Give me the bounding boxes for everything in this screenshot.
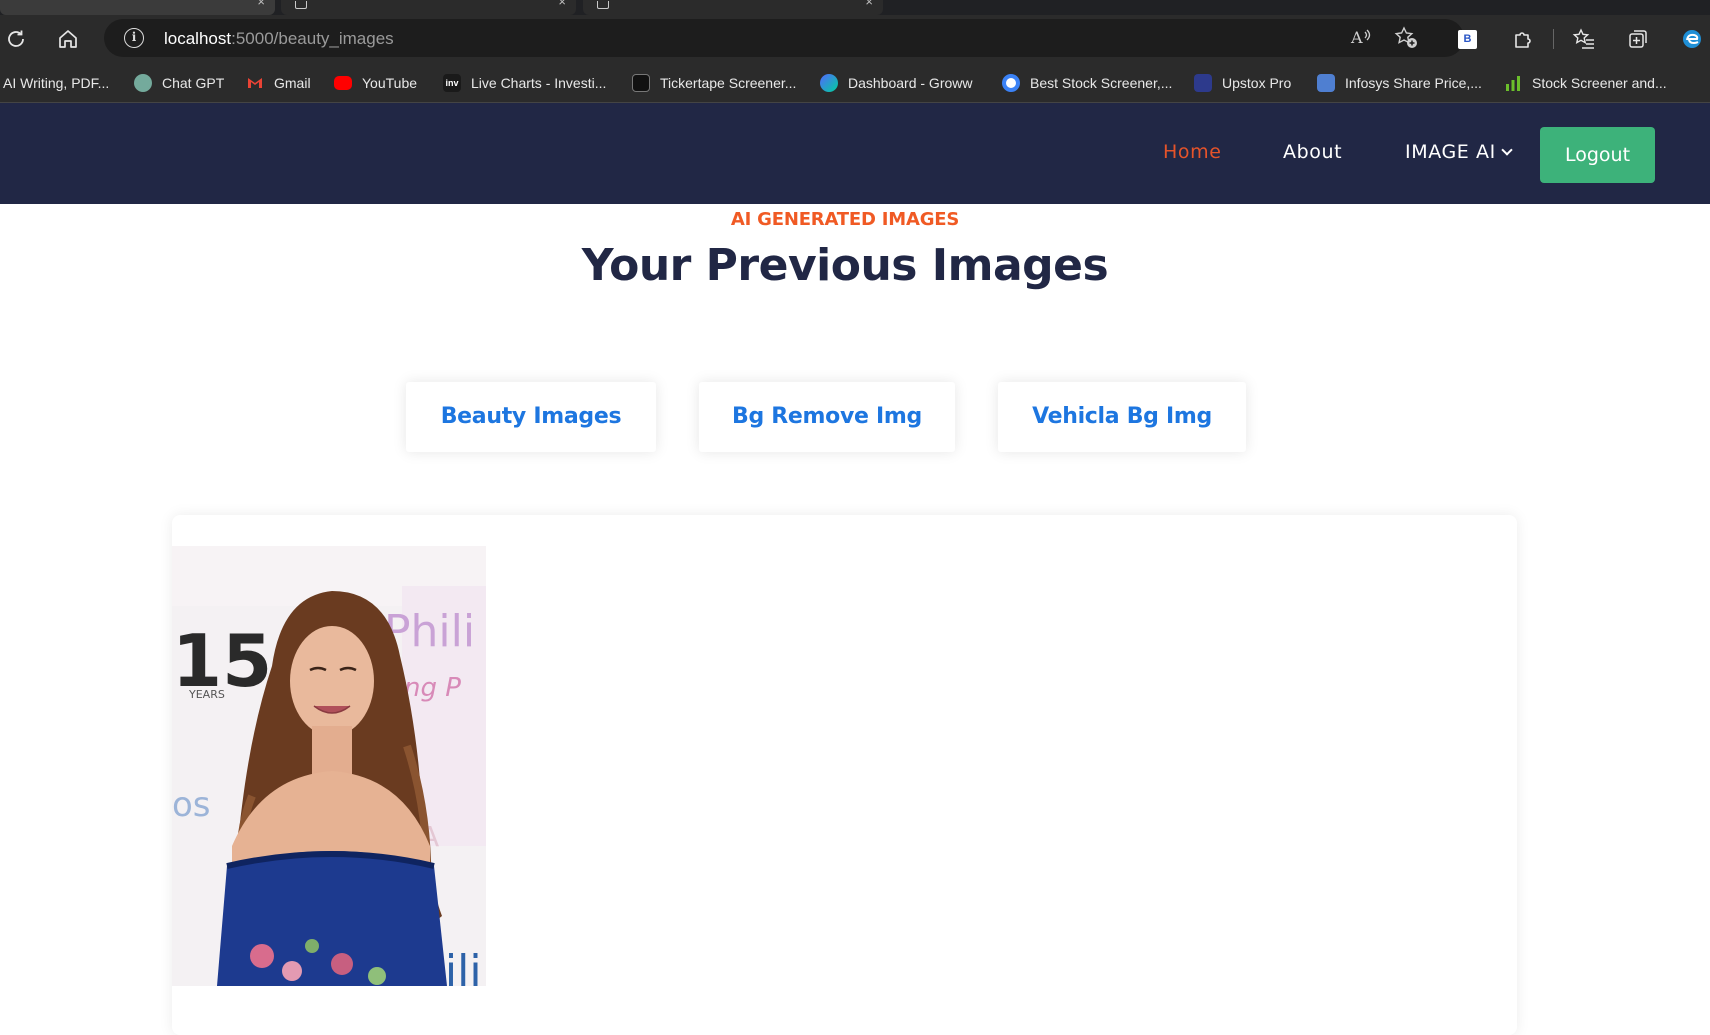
address-bar[interactable]: i localhost:5000/beauty_images A (104, 19, 1464, 57)
upstox-icon (1194, 74, 1212, 92)
svg-text:A: A (1350, 28, 1363, 47)
favorites-icon[interactable] (1568, 23, 1600, 55)
bookmark-item[interactable]: Tickertape Screener... (632, 72, 796, 94)
investing-icon: inv (443, 74, 461, 92)
extensions-puzzle-icon[interactable] (1507, 23, 1539, 55)
nav-home-link[interactable]: Home (1163, 141, 1222, 163)
bookmarks-bar: AI Writing, PDF... Chat GPT Gmail YouTub… (0, 63, 1710, 103)
tab-close-icon[interactable]: × (257, 0, 265, 9)
bookmark-item[interactable]: YouTube (334, 72, 417, 94)
tickertape-icon (632, 74, 650, 92)
bookmark-label: Stock Screener and... (1532, 75, 1667, 91)
bookmark-item[interactable]: AI Writing, PDF... (3, 72, 109, 94)
nav-image-ai-label: IMAGE AI (1405, 141, 1496, 163)
browser-tab[interactable]: × (583, 0, 883, 15)
bookmark-item[interactable]: inv Live Charts - Investi... (443, 72, 606, 94)
site-info-icon[interactable]: i (124, 28, 144, 48)
bookmark-label: AI Writing, PDF... (3, 75, 110, 91)
chevron-down-icon (1501, 144, 1513, 156)
chatgpt-icon (134, 74, 152, 92)
bookmark-label: Live Charts - Investi... (471, 75, 607, 91)
bookmark-label: YouTube (362, 75, 418, 91)
bookmark-item[interactable]: Infosys Share Price,... (1317, 72, 1482, 94)
tab-close-icon[interactable]: × (558, 0, 566, 9)
bookmark-item[interactable]: Chat GPT (134, 72, 224, 94)
svg-text:ng P: ng P (404, 673, 461, 703)
browser-tab[interactable]: × (281, 0, 576, 15)
generated-image-thumbnail[interactable]: 15 YEARS Phili ng P os A hili (172, 546, 486, 986)
youtube-icon (334, 76, 352, 90)
infosys-icon (1317, 74, 1335, 92)
browser-tab[interactable]: × (0, 0, 275, 15)
bookmark-item[interactable]: Gmail (246, 72, 311, 94)
page-icon (597, 1, 609, 9)
read-aloud-icon[interactable]: A (1350, 26, 1372, 53)
collections-icon[interactable] (1622, 23, 1654, 55)
tab-close-icon[interactable]: × (865, 0, 873, 9)
edge-icon[interactable] (1676, 23, 1708, 55)
vehicle-bg-img-button[interactable]: Vehicla Bg Img (998, 382, 1246, 452)
beauty-images-button[interactable]: Beauty Images (406, 382, 656, 452)
bookmark-label: Dashboard - Groww (848, 75, 973, 91)
url-path: :5000/beauty_images (231, 29, 394, 48)
svg-text:os: os (172, 785, 211, 825)
address-url[interactable]: localhost:5000/beauty_images (164, 29, 394, 49)
bookmark-label: Best Stock Screener,... (1030, 75, 1173, 91)
page-title: Your Previous Images (581, 240, 1109, 291)
groww-icon (820, 74, 838, 92)
svg-text:YEARS: YEARS (188, 688, 225, 701)
bookmark-item[interactable]: Dashboard - Groww (820, 72, 973, 94)
logout-button[interactable]: Logout (1540, 127, 1655, 183)
chart-bars-icon (1504, 74, 1522, 92)
page-icon (295, 1, 307, 9)
nav-image-ai-dropdown[interactable]: IMAGE AI (1405, 141, 1513, 163)
extension-icon[interactable]: B (1458, 30, 1477, 49)
browser-tab-strip: × × × (0, 0, 1710, 15)
browser-toolbar: i localhost:5000/beauty_images A B (0, 15, 1710, 63)
site-navbar: Home About IMAGE AI Logout (0, 103, 1710, 204)
gmail-icon (246, 74, 264, 92)
bookmark-label: Chat GPT (162, 75, 225, 91)
toolbar-divider (1553, 29, 1554, 49)
nav-about-link[interactable]: About (1283, 141, 1342, 163)
refresh-icon[interactable] (0, 23, 32, 55)
bookmark-label: Tickertape Screener... (660, 75, 797, 91)
bookmark-label: Gmail (274, 75, 311, 91)
bookmark-item[interactable]: Stock Screener and... (1504, 72, 1667, 94)
bookmark-item[interactable]: Upstox Pro (1194, 72, 1291, 94)
bg-remove-img-button[interactable]: Bg Remove Img (699, 382, 955, 452)
bookmark-label: Infosys Share Price,... (1345, 75, 1482, 91)
bookmark-label: Upstox Pro (1222, 75, 1292, 91)
section-kicker: AI GENERATED IMAGES (730, 209, 960, 230)
url-host: localhost (164, 29, 232, 48)
add-favorite-icon[interactable] (1394, 26, 1418, 55)
home-icon[interactable] (52, 23, 84, 55)
screener-icon (1002, 74, 1020, 92)
bookmark-item[interactable]: Best Stock Screener,... (1002, 72, 1172, 94)
